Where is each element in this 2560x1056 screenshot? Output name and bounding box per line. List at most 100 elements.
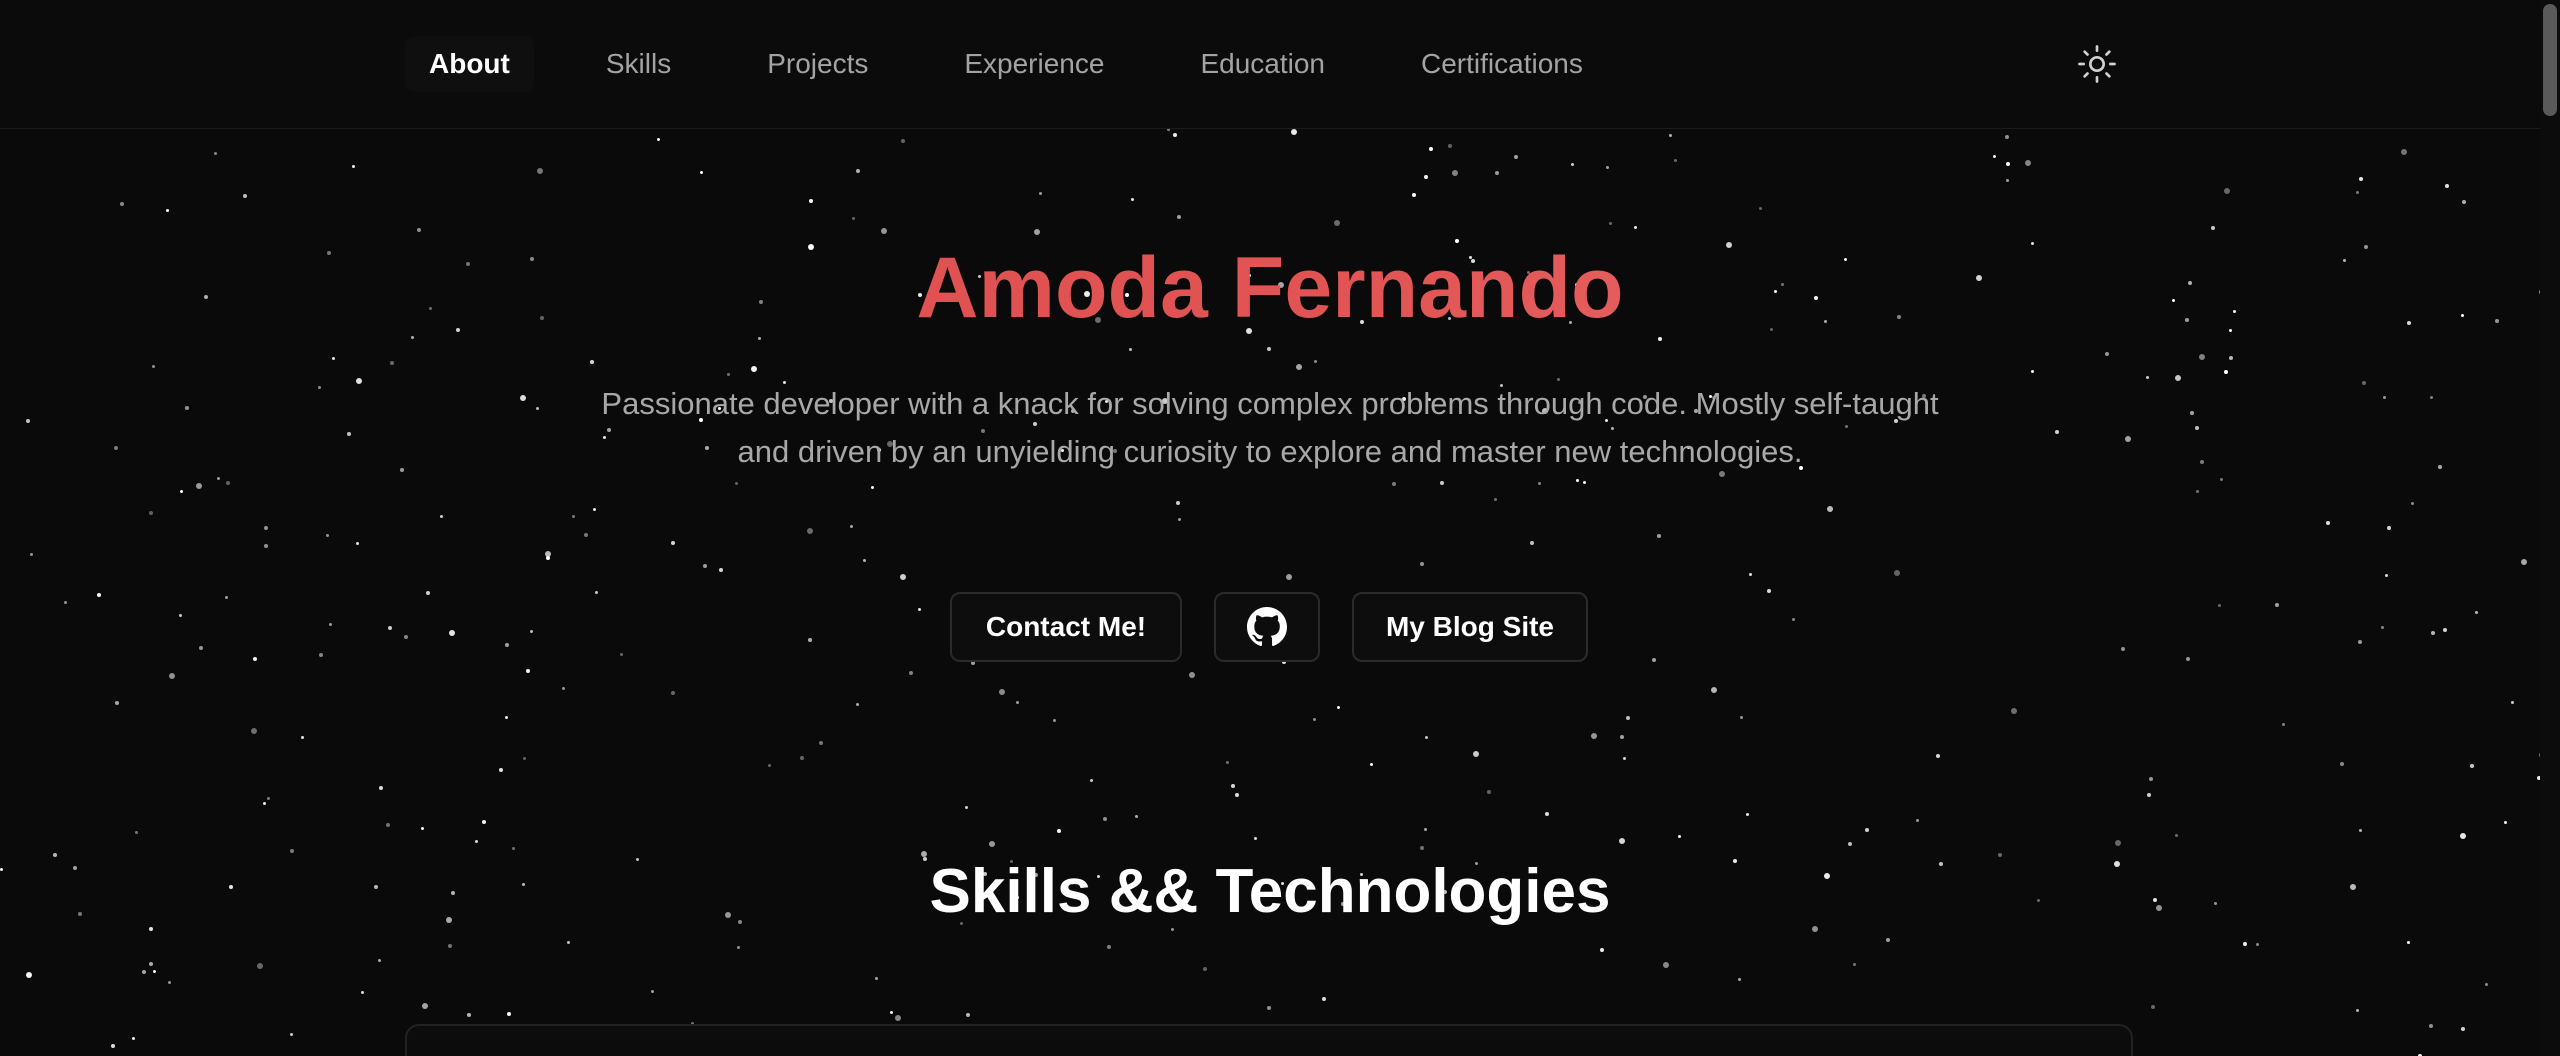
star-dot bbox=[1313, 718, 1316, 721]
nav-item-projects[interactable]: Projects bbox=[743, 36, 892, 92]
star-dot bbox=[989, 841, 995, 847]
star-dot bbox=[253, 657, 257, 661]
scrollbar-thumb[interactable] bbox=[2543, 4, 2557, 116]
star-dot bbox=[530, 630, 533, 633]
star-dot bbox=[448, 944, 452, 948]
star-dot bbox=[1392, 482, 1396, 486]
star-dot bbox=[290, 1033, 293, 1036]
blog-site-button[interactable]: My Blog Site bbox=[1352, 592, 1588, 662]
nav-item-about[interactable]: About bbox=[405, 36, 534, 92]
star-dot bbox=[2521, 559, 2527, 565]
star-dot bbox=[703, 564, 707, 568]
star-dot bbox=[361, 991, 364, 994]
star-dot bbox=[2359, 829, 2362, 832]
nav-item-education[interactable]: Education bbox=[1176, 36, 1349, 92]
star-dot bbox=[482, 820, 486, 824]
star-dot bbox=[426, 591, 430, 595]
portfolio-page: About Skills Projects Experience Educati… bbox=[0, 0, 2560, 1056]
star-dot bbox=[863, 559, 866, 562]
star-dot bbox=[546, 556, 550, 560]
star-dot bbox=[507, 1012, 511, 1016]
nav-item-certifications[interactable]: Certifications bbox=[1397, 36, 1607, 92]
star-dot bbox=[1827, 506, 1833, 512]
star-dot bbox=[120, 202, 124, 206]
star-dot bbox=[2445, 184, 2449, 188]
star-dot bbox=[97, 593, 101, 597]
star-dot bbox=[2186, 657, 2190, 661]
github-button[interactable] bbox=[1214, 592, 1320, 662]
star-dot bbox=[180, 490, 183, 493]
nav-links: About Skills Projects Experience Educati… bbox=[405, 36, 1655, 92]
star-dot bbox=[1749, 573, 1752, 576]
star-dot bbox=[856, 169, 860, 173]
star-dot bbox=[999, 689, 1005, 695]
star-dot bbox=[2356, 191, 2359, 194]
star-dot bbox=[1600, 948, 1604, 952]
star-dot bbox=[135, 831, 138, 834]
star-dot bbox=[467, 1013, 471, 1017]
star-dot bbox=[523, 757, 526, 760]
star-dot bbox=[1514, 155, 1518, 159]
star-dot bbox=[526, 669, 530, 673]
star-dot bbox=[2200, 460, 2204, 464]
star-dot bbox=[1738, 978, 1741, 981]
star-dot bbox=[1452, 170, 1458, 176]
star-dot bbox=[1759, 207, 1762, 210]
star-dot bbox=[852, 217, 855, 220]
star-dot bbox=[417, 228, 421, 232]
top-navbar: About Skills Projects Experience Educati… bbox=[0, 0, 2540, 129]
star-dot bbox=[1674, 159, 1677, 162]
star-dot bbox=[1606, 166, 1609, 169]
star-dot bbox=[567, 941, 570, 944]
star-dot bbox=[1420, 846, 1424, 850]
skills-section-title: Skills && Technologies bbox=[929, 857, 1611, 926]
star-dot bbox=[966, 1013, 970, 1017]
star-dot bbox=[114, 446, 118, 450]
star-dot bbox=[505, 643, 509, 647]
star-dot bbox=[475, 840, 478, 843]
star-dot bbox=[1853, 963, 1856, 966]
star-dot bbox=[1669, 134, 1672, 137]
star-dot bbox=[243, 194, 247, 198]
star-dot bbox=[2383, 396, 2386, 399]
star-dot bbox=[1494, 498, 1497, 501]
star-dot bbox=[2190, 411, 2194, 415]
star-dot bbox=[329, 623, 332, 626]
star-dot bbox=[2461, 1027, 2465, 1031]
star-dot bbox=[856, 703, 859, 706]
github-icon bbox=[1247, 607, 1287, 647]
star-dot bbox=[2438, 465, 2442, 469]
star-dot bbox=[671, 541, 675, 545]
nav-item-experience[interactable]: Experience bbox=[940, 36, 1128, 92]
theme-toggle-button[interactable] bbox=[2073, 40, 2121, 88]
contact-me-button[interactable]: Contact Me! bbox=[950, 592, 1182, 662]
star-dot bbox=[807, 528, 813, 534]
star-dot bbox=[2196, 490, 2199, 493]
star-dot bbox=[1314, 360, 1317, 363]
star-dot bbox=[1657, 534, 1661, 538]
star-dot bbox=[1848, 842, 1852, 846]
page-scrollbar[interactable] bbox=[2540, 0, 2560, 1056]
star-dot bbox=[2340, 762, 2344, 766]
star-dot bbox=[1993, 155, 1996, 158]
star-dot bbox=[651, 990, 654, 993]
star-dot bbox=[1286, 574, 1292, 580]
star-dot bbox=[2121, 647, 2125, 651]
nav-item-skills[interactable]: Skills bbox=[582, 36, 695, 92]
star-dot bbox=[378, 959, 381, 962]
star-dot bbox=[2224, 370, 2228, 374]
star-dot bbox=[1746, 813, 1749, 816]
star-dot bbox=[1412, 193, 1416, 197]
star-dot bbox=[1623, 757, 1626, 760]
star-dot bbox=[166, 209, 169, 212]
star-dot bbox=[671, 691, 675, 695]
star-dot bbox=[30, 553, 33, 556]
star-dot bbox=[1609, 222, 1612, 225]
star-dot bbox=[895, 1015, 901, 1021]
star-dot bbox=[2005, 135, 2009, 139]
star-dot bbox=[2430, 396, 2433, 399]
star-dot bbox=[700, 171, 703, 174]
star-dot bbox=[1016, 701, 1019, 704]
star-dot bbox=[536, 407, 539, 410]
star-dot bbox=[1203, 967, 1207, 971]
